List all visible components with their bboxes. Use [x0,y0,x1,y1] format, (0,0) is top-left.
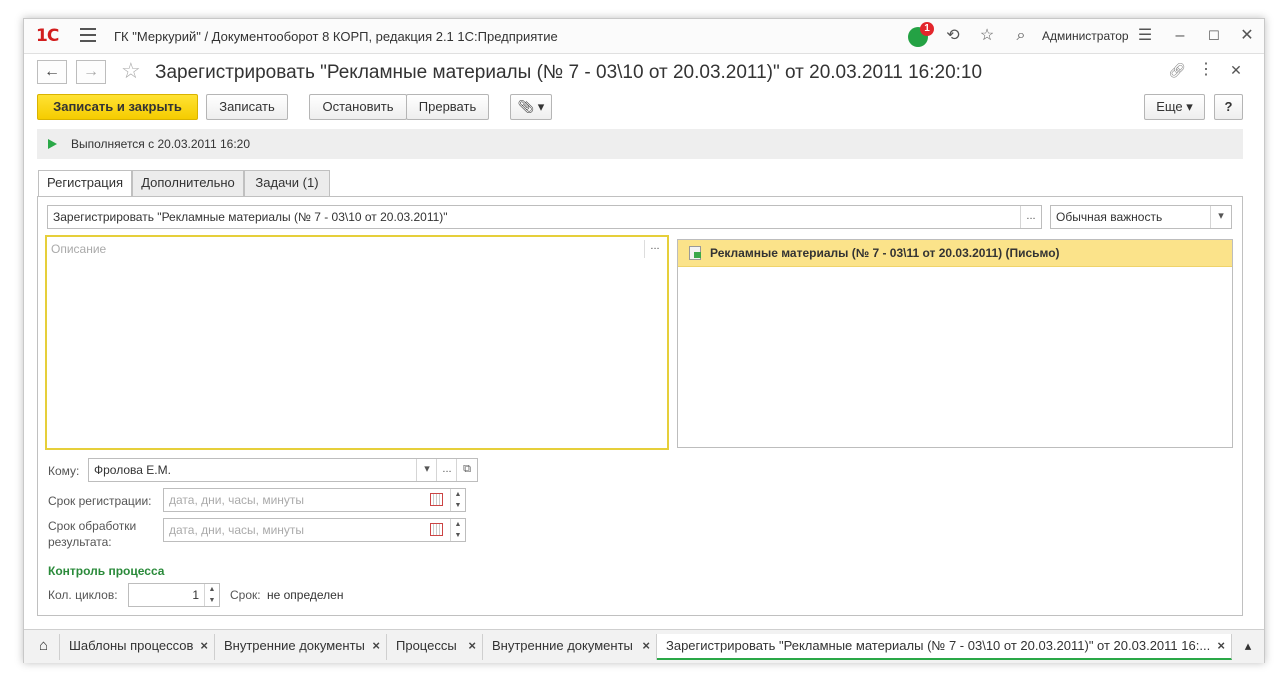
reg-deadline-field[interactable]: дата, дни, часы, минуты ▲ ▼ [163,488,466,512]
to-label: Кому: [48,464,80,478]
result-deadline-label-2: результата: [48,535,112,549]
linked-documents-list: Рекламные материалы (№ 7 - 03\11 от 20.0… [677,239,1233,448]
abort-button[interactable]: Прервать [406,94,489,120]
deadline-value: не определен [267,588,344,602]
close-icon[interactable]: × [200,634,208,658]
tab-registration[interactable]: Регистрация [38,170,132,197]
chevron-down-icon[interactable]: ▾ [1210,206,1231,228]
description-field[interactable]: Описание ... [45,235,669,450]
add-favorite-icon[interactable]: ☆ [121,58,141,84]
more-button[interactable]: Еще ▾ [1144,94,1205,120]
notifications-badge: 1 [920,22,934,36]
calendar-icon[interactable] [430,493,443,506]
forward-button[interactable]: → [76,60,106,84]
window-tab[interactable]: Шаблоны процессов × [60,634,215,660]
maximize-icon[interactable]: ☐ [1203,25,1225,47]
to-dropdown-icon[interactable]: ▾ [416,459,437,481]
linked-document-title: Рекламные материалы (№ 7 - 03\11 от 20.0… [710,246,1060,260]
reg-deadline-label: Срок регистрации: [48,494,152,508]
close-icon[interactable]: × [1217,634,1225,658]
close-icon[interactable]: × [642,634,650,658]
app-window: 1С ГК "Меркурий" / Документооборот 8 КОР… [23,18,1265,663]
running-icon [48,139,57,149]
app-logo: 1С [36,26,59,46]
tab-additional[interactable]: Дополнительно [132,170,244,196]
result-deadline-field[interactable]: дата, дни, часы, минуты ▲ ▼ [163,518,466,542]
to-field[interactable]: Фролова Е.М. ▾ ... ⧉ [88,458,478,482]
tab-tasks[interactable]: Задачи (1) [244,170,330,196]
more-vertical-icon[interactable]: ⋮ [1195,59,1217,81]
window-tab-label: Внутренние документы [224,638,365,653]
window-tab[interactable]: Внутренние документы × [215,634,387,660]
save-and-close-button[interactable]: Записать и закрыть [37,94,198,120]
window-tab[interactable]: Внутренние документы × [483,634,657,660]
close-icon[interactable]: × [468,634,476,658]
calendar-icon[interactable] [430,523,443,536]
section-title: Контроль процесса [48,564,165,578]
minimize-icon[interactable]: – [1169,25,1191,47]
window-tab-label: Зарегистрировать "Рекламные материалы (№… [666,638,1211,653]
save-button[interactable]: Записать [206,94,288,120]
close-window-icon[interactable]: ✕ [1236,25,1258,47]
back-button[interactable]: ← [37,60,67,84]
favorites-icon[interactable]: ☆ [976,25,998,47]
more-button-label: Еще [1156,99,1183,114]
process-status-bar: Выполняется с 20.03.2011 16:20 [37,129,1243,159]
cycles-value: 1 [192,588,199,602]
settings-menu-icon[interactable]: ☰ [1134,25,1156,47]
importance-select[interactable]: Обычная важность ▾ [1050,205,1232,229]
to-value: Фролова Е.М. [94,463,171,477]
stop-button[interactable]: Остановить [309,94,407,120]
description-more-button[interactable]: ... [644,240,665,258]
open-icon[interactable]: ⧉ [456,459,477,481]
document-icon [689,246,701,260]
app-title: ГК "Меркурий" / Документооборот 8 КОРП, … [114,29,558,44]
main-menu-icon[interactable] [80,28,96,42]
result-deadline-stepper[interactable]: ▲ ▼ [450,519,465,541]
status-text: Выполняется с 20.03.2011 16:20 [71,137,250,151]
cycles-stepper[interactable]: ▲ ▼ [204,584,219,606]
reg-deadline-placeholder: дата, дни, часы, минуты [169,493,305,507]
importance-value: Обычная важность [1056,210,1163,224]
subject-field[interactable]: Зарегистрировать "Рекламные материалы (№… [47,205,1042,229]
history-icon[interactable]: ⟲ [942,25,964,47]
list-item[interactable]: Рекламные материалы (№ 7 - 03\11 от 20.0… [678,240,1232,267]
attach-button[interactable]: 📎︎ ▾ [510,94,552,120]
subject-value: Зарегистрировать "Рекламные материалы (№… [53,210,448,224]
cycles-field[interactable]: 1 ▲ ▼ [128,583,220,607]
window-tab-active[interactable]: Зарегистрировать "Рекламные материалы (№… [657,634,1232,660]
user-name[interactable]: Администратор [1042,29,1129,43]
result-deadline-label-1: Срок обработки [48,519,137,533]
help-button[interactable]: ? [1214,94,1243,120]
close-icon[interactable]: × [372,634,380,658]
window-tab-label: Шаблоны процессов [69,638,194,653]
home-icon[interactable]: ⌂ [28,634,60,660]
window-tab-label: Процессы [396,638,457,653]
paperclip-icon: 📎︎ [517,99,535,114]
description-placeholder: Описание [51,242,107,256]
page-title: Зарегистрировать "Рекламные материалы (№… [155,62,983,83]
deadline-label: Срок: [230,588,261,602]
cycles-label: Кол. циклов: [48,588,118,602]
window-tab[interactable]: Процессы × [387,634,483,660]
subject-select-button[interactable]: ... [1020,206,1041,228]
tabs-scroll-button[interactable]: ▴ [1234,634,1262,660]
close-form-icon[interactable]: ✕ [1225,59,1247,81]
reg-deadline-stepper[interactable]: ▲ ▼ [450,489,465,511]
result-deadline-placeholder: дата, дни, часы, минуты [169,523,305,537]
title-bar: 1С ГК "Меркурий" / Документооборот 8 КОР… [24,19,1264,54]
search-icon[interactable]: ⌕ [1010,25,1032,47]
to-select-button[interactable]: ... [436,459,457,481]
window-tab-label: Внутренние документы [492,638,633,653]
open-windows-bar: ⌂ Шаблоны процессов × Внутренние документ… [24,629,1264,663]
link-icon[interactable]: 🔗︎ [1166,59,1188,81]
